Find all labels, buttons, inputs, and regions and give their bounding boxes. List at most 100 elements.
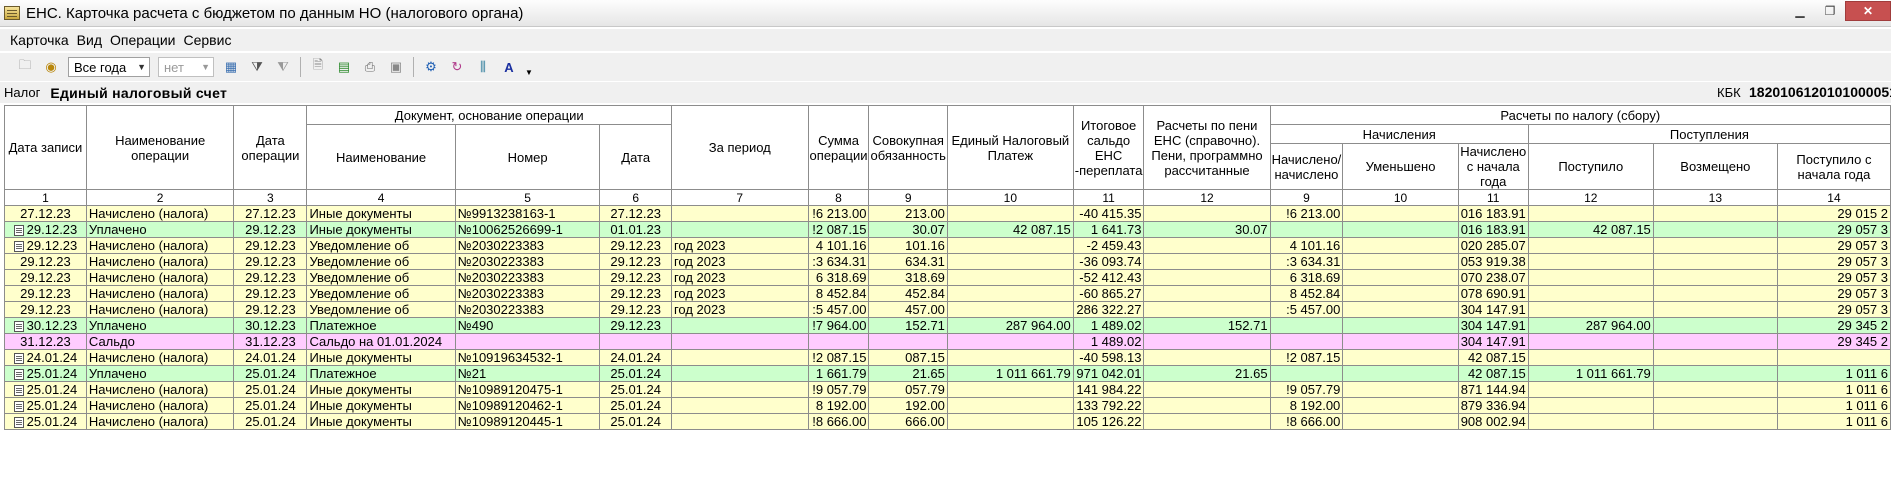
table-cell[interactable] [946,333,1074,350]
table-cell[interactable]: год 2023 [670,301,809,318]
table-cell[interactable] [670,413,809,430]
table-cell[interactable]: 871 144.94 [1457,381,1529,398]
table-cell[interactable]: !6 213.00 [1269,205,1344,222]
table-cell[interactable]: 27.12.23 [233,205,308,222]
table-cell[interactable] [1342,237,1459,254]
table-cell[interactable] [946,253,1074,270]
table-cell[interactable]: 29 057 3 [1776,301,1891,318]
table-cell[interactable] [1527,381,1654,398]
table-cell[interactable]: 29.12.23 [599,285,672,302]
table-cell[interactable]: 29.12.23 [4,269,87,286]
table-cell[interactable]: год 2023 [670,285,809,302]
table-cell[interactable]: 634.31 [868,253,948,270]
table-cell[interactable] [599,333,672,350]
table-cell[interactable]: 020 285.07 [1457,237,1529,254]
table-cell[interactable] [1143,381,1271,398]
table-cell[interactable] [1527,397,1654,414]
table-cell[interactable]: 8 452.84 [807,285,870,302]
table-row[interactable]: 29.12.23 Начислено (налога) 29.12.23 Уведом… [4,237,1891,254]
table-cell[interactable]: №2030223383 [454,285,601,302]
table-cell[interactable]: 016 183.91 [1457,205,1529,222]
table-cell[interactable]: 25.01.24 [233,365,308,382]
header-postupilo[interactable]: Поступило [1527,143,1654,190]
table-cell[interactable]: 25.01.24 [599,381,672,398]
header-nachisl-nach[interactable]: Начислено с начала года [1457,143,1529,190]
table-cell[interactable]: Начислено (налога) [85,413,235,430]
header-period[interactable]: За период [670,105,809,190]
table-cell[interactable] [1652,365,1778,382]
table-cell[interactable]: 29.12.23 [4,285,87,302]
table-cell[interactable]: 152.71 [1143,317,1271,334]
table-cell[interactable]: 016 183.91 [1457,221,1529,238]
table-cell[interactable]: №10989120475-1 [454,381,601,398]
table-cell[interactable]: Начислено (налога) [85,301,235,318]
table-cell[interactable]: 078 690.91 [1457,285,1529,302]
table-cell[interactable]: Начислено (налога) [85,381,235,398]
table-cell[interactable]: -36 093.74 [1072,253,1145,270]
table-cell[interactable]: 29.12.23 [233,221,308,238]
table-cell[interactable] [670,317,809,334]
table-cell[interactable]: 304 147.91 [1457,301,1529,318]
second-filter-select[interactable]: нет ▼ [158,57,214,77]
table-cell[interactable]: 192.00 [868,397,948,414]
header-peni[interactable]: Расчеты по пени ЕНС (справочно). Пени, п… [1143,105,1271,190]
table-cell[interactable]: 25.01.24 [599,365,672,382]
table-cell[interactable]: №10062526699-1 [454,221,601,238]
table-cell[interactable]: 29.12.23 [4,237,87,254]
table-cell[interactable]: 1 011 6 [1776,365,1891,382]
table-cell[interactable] [1527,237,1654,254]
table-cell[interactable]: Начислено (налога) [85,397,235,414]
table-row[interactable]: 24.01.24 Начислено (налога) 24.01.24 Иные д… [4,349,1891,366]
table-cell[interactable]: №2030223383 [454,253,601,270]
table-cell[interactable]: Уплачено [85,317,235,334]
table-cell[interactable]: Уведомление об [306,301,456,318]
table-cell[interactable] [670,365,809,382]
table-cell[interactable] [1527,333,1654,350]
table-cell[interactable] [1652,349,1778,366]
export-icon[interactable]: ▤ [334,57,354,77]
table-cell[interactable]: 4 101.16 [1269,237,1344,254]
table-cell[interactable]: 29 057 3 [1776,253,1891,270]
table-row[interactable]: 29.12.23 Начислено (налога) 29.12.23 Уведом… [4,301,1891,318]
table-cell[interactable]: 25.01.24 [599,397,672,414]
table-cell[interactable]: 1 011 6 [1776,413,1891,430]
table-cell[interactable]: -60 865.27 [1072,285,1145,302]
table-cell[interactable]: год 2023 [670,269,809,286]
table-cell[interactable]: 25.01.24 [4,413,87,430]
table-cell[interactable]: 29 057 3 [1776,269,1891,286]
table-cell[interactable] [670,381,809,398]
table-cell[interactable]: Сальдо на 01.01.2024 [306,333,456,350]
table-cell[interactable]: 42 087.15 [1457,349,1529,366]
table-cell[interactable] [946,205,1074,222]
table-cell[interactable] [1342,317,1459,334]
table-cell[interactable] [1342,285,1459,302]
table-cell[interactable]: 1 011 6 [1776,397,1891,414]
header-postupilo-nach[interactable]: Поступило с начала года [1776,143,1891,190]
grid-settings-icon[interactable]: ▦ [221,57,241,77]
filter-icon[interactable]: ⧩ [247,57,267,77]
table-cell[interactable]: 01.01.23 [599,221,672,238]
table-cell[interactable] [670,333,809,350]
table-cell[interactable]: 101.16 [868,237,948,254]
table-row[interactable]: 31.12.23 Сальдо 31.12.23 Сальдо на 01.01.20… [4,333,1891,350]
table-cell[interactable]: 21.65 [1143,365,1271,382]
table-cell[interactable]: :3 634.31 [807,253,870,270]
table-cell[interactable]: 057.79 [868,381,948,398]
table-cell[interactable] [1652,253,1778,270]
table-cell[interactable]: 29.12.23 [233,269,308,286]
menu-item-servis[interactable]: Сервис [182,32,238,48]
table-cell[interactable]: Начислено (налога) [85,253,235,270]
table-cell[interactable]: -40 415.35 [1072,205,1145,222]
table-cell[interactable] [670,221,809,238]
table-cell[interactable]: 25.01.24 [233,381,308,398]
header-saldo[interactable]: Итоговое сальдо ЕНС -переплата [1072,105,1145,190]
table-cell[interactable]: №490 [454,317,601,334]
table-cell[interactable]: -52 412.43 [1072,269,1145,286]
table-cell[interactable]: 070 238.07 [1457,269,1529,286]
table-cell[interactable] [1652,285,1778,302]
table-cell[interactable]: 879 336.94 [1457,397,1529,414]
dropdown-arrow-icon[interactable]: ▼ [525,62,533,82]
table-cell[interactable]: 8 192.00 [807,397,870,414]
table-cell[interactable]: 29 057 3 [1776,221,1891,238]
table-row[interactable]: 29.12.23 Начислено (налога) 29.12.23 Уведом… [4,269,1891,286]
